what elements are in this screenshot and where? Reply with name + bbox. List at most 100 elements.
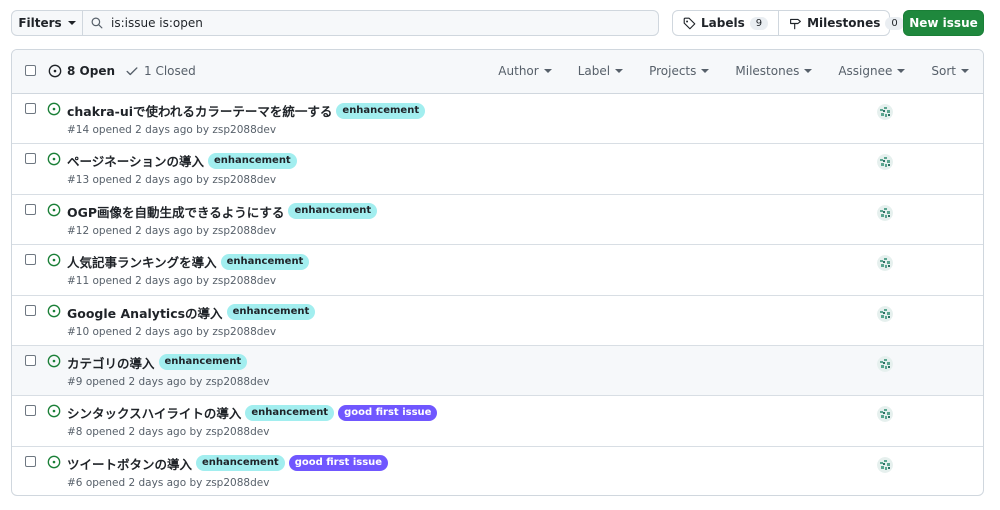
issue-title-line: OGP画像を自動生成できるようにする enhancement — [67, 202, 378, 221]
chevron-down-icon — [543, 69, 552, 73]
table-row: シンタックスハイライトの導入 enhancement good first issu… — [12, 396, 983, 447]
issues-toolbar: Filters Labels 9 Milestones 0 New issue — [11, 10, 984, 36]
search-icon — [91, 17, 103, 29]
issues-list: 8 Open 1 Closed Author Label Projects Mi… — [11, 49, 984, 496]
new-issue-button[interactable]: New issue — [903, 10, 984, 36]
tag-icon — [683, 17, 696, 29]
check-icon — [126, 67, 138, 76]
milestones-label: Milestones — [807, 16, 881, 30]
milestones-count: 0 — [885, 16, 904, 30]
labels-milestones-group: Labels 9 Milestones 0 — [672, 10, 904, 36]
table-row: ツイートボタンの導入 enhancement good first issue #6 … — [12, 447, 983, 495]
projects-filter[interactable]: Projects — [649, 64, 710, 78]
issue-label[interactable]: enhancement — [336, 102, 426, 119]
issue-open-icon — [47, 203, 61, 217]
search-field[interactable] — [82, 10, 659, 36]
issue-label[interactable]: enhancement — [288, 203, 378, 220]
issue-open-icon — [47, 153, 61, 166]
issue-title[interactable]: カテゴリの導入 — [67, 353, 155, 372]
issue-title-line: chakra-uiで使われるカラーテーマを統一する enhancement — [67, 101, 426, 120]
issue-checkbox[interactable] — [25, 103, 36, 114]
milestones-filter-label: Milestones — [735, 64, 800, 78]
table-row: Google Analyticsの導入 enhancement #10 opened… — [12, 296, 983, 346]
issue-rows: chakra-uiで使われるカラーテーマを統一する enhancement #14 … — [12, 94, 983, 495]
assignee-avatar[interactable] — [877, 255, 893, 272]
issue-label[interactable]: enhancement — [158, 354, 248, 371]
milestones-filter[interactable]: Milestones — [735, 64, 813, 78]
assignee-avatar[interactable] — [877, 104, 893, 120]
assignee-filter-label: Assignee — [838, 64, 893, 78]
select-all-checkbox[interactable] — [25, 65, 36, 76]
assignee-avatar[interactable] — [877, 355, 893, 372]
issue-open-icon — [47, 455, 61, 469]
issue-open-icon — [47, 253, 61, 267]
issue-title-line: シンタックスハイライトの導入 enhancement good first issu… — [67, 403, 438, 422]
list-filters: Author Label Projects Milestones Assigne… — [498, 64, 969, 78]
issue-checkbox[interactable] — [25, 354, 36, 366]
issue-meta: #12 opened 2 days ago by zsp2088dev — [67, 224, 277, 237]
issue-label[interactable]: enhancement — [245, 404, 335, 421]
author-filter[interactable]: Author — [498, 64, 552, 78]
issue-title[interactable]: Google Analyticsの導入 — [67, 303, 223, 322]
issue-label[interactable]: enhancement — [196, 455, 285, 472]
label-filter[interactable]: Label — [577, 64, 624, 78]
assignee-filter[interactable]: Assignee — [838, 64, 906, 78]
chevron-down-icon — [701, 69, 710, 73]
labels-button[interactable]: Labels 9 — [673, 11, 778, 35]
issue-checkbox[interactable] — [25, 304, 36, 316]
sort-filter[interactable]: Sort — [931, 64, 969, 78]
issue-title-line: 人気記事ランキングを導入 enhancement — [67, 252, 310, 271]
open-issues-tab[interactable]: 8 Open — [48, 64, 115, 78]
chevron-down-icon — [67, 21, 76, 25]
projects-filter-label: Projects — [649, 64, 697, 78]
issue-meta: #13 opened 2 days ago by zsp2088dev — [67, 174, 277, 187]
issue-meta: #8 opened 2 days ago by zsp2088dev — [67, 426, 270, 439]
issue-open-icon — [48, 64, 62, 78]
filters-label: Filters — [18, 16, 62, 30]
issue-label[interactable]: enhancement — [226, 304, 316, 321]
issue-checkbox[interactable] — [25, 203, 36, 215]
issue-checkbox[interactable] — [25, 254, 36, 266]
issue-open-icon — [47, 405, 61, 418]
issue-meta: #9 opened 2 days ago by zsp2088dev — [67, 375, 270, 388]
issue-checkbox[interactable] — [25, 405, 36, 417]
issue-label[interactable]: good first issue — [288, 455, 389, 472]
assignee-avatar[interactable] — [877, 456, 893, 473]
assignee-avatar[interactable] — [877, 204, 893, 221]
chevron-down-icon — [961, 69, 969, 73]
assignee-avatar[interactable] — [877, 305, 893, 322]
table-row: OGP画像を自動生成できるようにする enhancement #12 opened … — [12, 195, 983, 246]
label-filter-label: Label — [577, 64, 611, 78]
closed-issues-label: 1 Closed — [144, 64, 196, 78]
issue-title[interactable]: ページネーションの導入 — [67, 151, 204, 170]
issue-label[interactable]: good first issue — [338, 404, 438, 421]
closed-issues-tab[interactable]: 1 Closed — [125, 64, 196, 78]
filters-button[interactable]: Filters — [11, 10, 83, 36]
issue-title[interactable]: OGP画像を自動生成できるようにする — [67, 202, 284, 221]
milestones-button[interactable]: Milestones 0 — [778, 11, 914, 35]
issue-title[interactable]: ツイートボタンの導入 — [67, 454, 192, 473]
assignee-avatar[interactable] — [877, 406, 893, 423]
issue-meta: #10 opened 2 days ago by zsp2088dev — [67, 325, 277, 338]
issue-title[interactable]: 人気記事ランキングを導入 — [67, 252, 217, 271]
issue-label[interactable]: enhancement — [220, 253, 310, 270]
table-row: カテゴリの導入 enhancement #9 opened 2 days ago b… — [12, 345, 983, 397]
issue-title-line: Google Analyticsの導入 enhancement — [67, 303, 316, 322]
issue-title[interactable]: シンタックスハイライトの導入 — [67, 403, 241, 422]
chevron-down-icon — [804, 69, 813, 73]
assignee-avatar[interactable] — [877, 154, 893, 171]
search-input[interactable] — [111, 16, 631, 30]
issue-label[interactable]: enhancement — [208, 152, 297, 169]
table-row: chakra-uiで使われるカラーテーマを統一する enhancement #14 … — [12, 94, 983, 145]
table-row: 人気記事ランキングを導入 enhancement #11 opened 2 days… — [12, 245, 983, 296]
issues-list-header: 8 Open 1 Closed Author Label Projects Mi… — [12, 50, 983, 94]
issue-checkbox[interactable] — [25, 455, 36, 467]
issue-open-icon — [47, 304, 61, 317]
issue-checkbox[interactable] — [25, 153, 36, 165]
issue-meta: #11 opened 2 days ago by zsp2088dev — [67, 275, 277, 288]
chevron-down-icon — [615, 69, 624, 73]
issue-meta: #14 opened 2 days ago by zsp2088dev — [67, 124, 277, 136]
table-row: ページネーションの導入 enhancement #13 opened 2 days … — [12, 144, 983, 195]
issue-title[interactable]: chakra-uiで使われるカラーテーマを統一する — [67, 101, 332, 120]
issue-title-line: カテゴリの導入 enhancement — [67, 353, 248, 372]
